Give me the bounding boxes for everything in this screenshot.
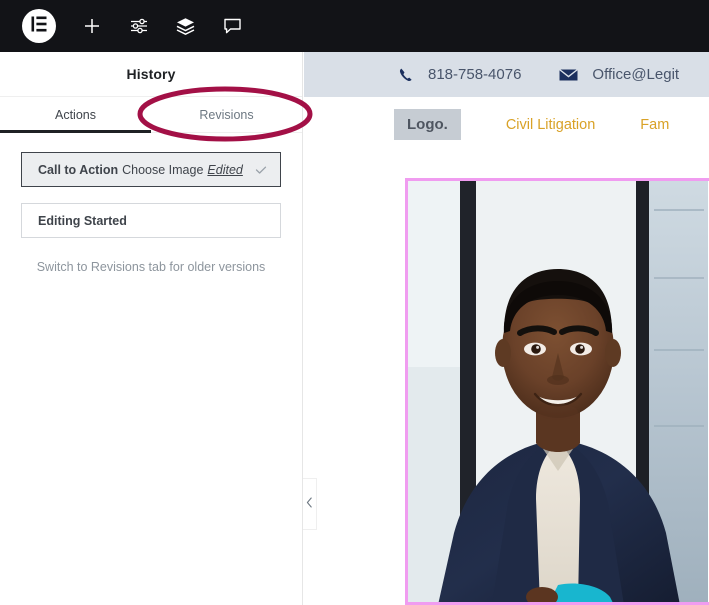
site-contact-bar: 818-758-4076 Office@Legit xyxy=(304,52,709,97)
editor-toolbar xyxy=(0,0,709,52)
comment-bubble-icon xyxy=(222,16,243,37)
envelope-icon xyxy=(559,68,579,82)
history-item-title: Call to Action xyxy=(38,162,119,177)
add-element-button[interactable] xyxy=(68,0,115,52)
history-item-subtitle: Choose Image xyxy=(122,162,204,177)
hero-section xyxy=(304,152,709,605)
nav-link-family-law[interactable]: Fam xyxy=(640,117,669,133)
tab-revisions[interactable]: Revisions xyxy=(151,97,302,132)
history-list: Call to Action Choose Image Edited Editi… xyxy=(0,133,302,274)
site-logo[interactable]: Logo. xyxy=(394,109,461,140)
email-contact[interactable]: Office@Legit xyxy=(559,66,679,83)
chevron-left-icon xyxy=(306,495,313,513)
history-item-editing-started[interactable]: Editing Started xyxy=(21,203,281,238)
sliders-icon xyxy=(129,16,149,36)
history-panel: History Actions Revisions Call to Action… xyxy=(0,52,303,605)
phone-icon xyxy=(398,67,414,83)
selected-image-widget[interactable] xyxy=(405,178,709,605)
elementor-logo-button[interactable] xyxy=(22,9,56,43)
phone-contact[interactable]: 818-758-4076 xyxy=(398,66,521,83)
layers-icon xyxy=(175,16,196,37)
elementor-editor-window: History Actions Revisions Call to Action… xyxy=(0,0,709,605)
tab-actions[interactable]: Actions xyxy=(0,97,151,133)
panel-collapse-handle[interactable] xyxy=(303,478,317,530)
elementor-logo-icon xyxy=(30,15,48,38)
tab-actions-label: Actions xyxy=(55,107,96,122)
history-item-status: Edited xyxy=(207,162,243,177)
history-note: Switch to Revisions tab for older versio… xyxy=(36,260,266,274)
check-icon xyxy=(254,163,268,177)
phone-number: 818-758-4076 xyxy=(428,66,522,83)
portrait-photo xyxy=(408,181,709,602)
history-item-current[interactable]: Call to Action Choose Image Edited xyxy=(21,152,281,187)
panel-tabs: Actions Revisions xyxy=(0,96,302,133)
nav-link-civil-litigation[interactable]: Civil Litigation xyxy=(506,117,595,133)
tab-revisions-label: Revisions xyxy=(199,107,254,122)
email-address: Office@Legit xyxy=(592,66,680,83)
history-item-title: Editing Started xyxy=(38,213,127,228)
plus-icon xyxy=(82,16,102,36)
site-nav-bar: Logo. Civil Litigation Fam xyxy=(304,97,709,152)
site-preview: 818-758-4076 Office@Legit Logo. Civil Li… xyxy=(304,52,709,605)
panel-title: History xyxy=(126,66,176,82)
settings-button[interactable] xyxy=(115,0,162,52)
comments-button[interactable] xyxy=(209,0,256,52)
navigator-button[interactable] xyxy=(162,0,209,52)
